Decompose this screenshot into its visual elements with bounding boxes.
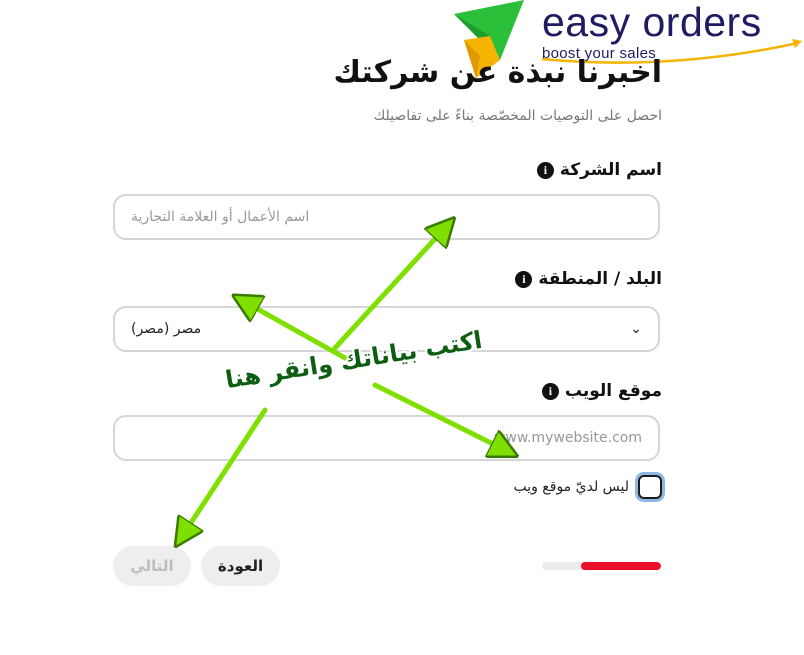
company-name-placeholder: اسم الأعمال أو العلامة التجارية bbox=[131, 209, 310, 225]
info-icon[interactable]: i bbox=[541, 382, 559, 400]
website-label: موقع الويب i bbox=[541, 381, 662, 401]
website-input[interactable]: www.mywebsite.com bbox=[113, 415, 660, 461]
progress-bar-fill bbox=[581, 562, 661, 570]
company-name-label-text: اسم الشركة bbox=[559, 160, 662, 180]
back-button[interactable]: العودة bbox=[201, 546, 280, 586]
company-name-input[interactable]: اسم الأعمال أو العلامة التجارية bbox=[113, 194, 660, 240]
company-name-label: اسم الشركة i bbox=[536, 160, 662, 180]
next-button[interactable]: التالي bbox=[113, 546, 191, 586]
info-icon[interactable]: i bbox=[515, 270, 533, 288]
country-region-label-text: البلد / المنطقة bbox=[538, 269, 662, 289]
page-title: اخبرنا نبذة عن شركتك bbox=[333, 55, 662, 90]
country-select-value: مصر (مصر) bbox=[131, 321, 202, 337]
no-website-checkbox[interactable] bbox=[638, 475, 662, 499]
website-label-text: موقع الويب bbox=[564, 381, 662, 401]
page-subtitle: احصل على التوصيات المخصّصة بناءً على تفا… bbox=[373, 108, 662, 124]
info-icon[interactable]: i bbox=[536, 161, 554, 179]
chevron-down-icon: ⌄ bbox=[630, 321, 642, 337]
no-website-label: ليس لديّ موقع ويب bbox=[513, 479, 629, 495]
country-region-label: البلد / المنطقة i bbox=[515, 269, 662, 289]
website-placeholder: www.mywebsite.com bbox=[493, 430, 642, 446]
progress-bar bbox=[542, 562, 661, 570]
